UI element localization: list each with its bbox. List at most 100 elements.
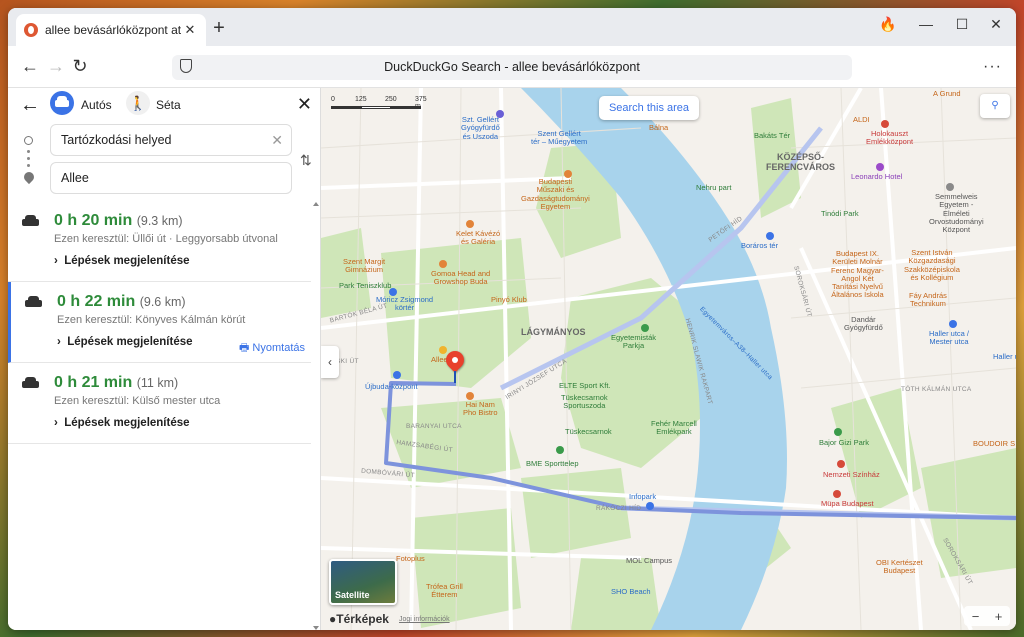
park-icon[interactable] <box>834 428 842 436</box>
origin-value: Tartózkodási helyed <box>61 133 172 147</box>
poi-label: Infopark <box>629 492 657 501</box>
search-this-area-button[interactable]: Search this area <box>599 96 699 120</box>
directions-panel: ← Autós 🚶 Séta ✕ Tartózkodási helyed ✕ A… <box>8 88 321 630</box>
clear-origin-icon[interactable]: ✕ <box>271 125 283 155</box>
close-window-button[interactable]: ✕ <box>982 16 1010 33</box>
poi-label: Bakáts Tér <box>754 131 791 140</box>
poi-label: Trófea Grill Étterem <box>426 582 463 600</box>
sport-icon[interactable] <box>556 446 564 454</box>
poi-label: Szt. Gellért Gyógyfürdő és Uszoda <box>461 115 500 141</box>
poi-label: Tinódi Park <box>821 209 859 218</box>
legal-link[interactable]: Jogi információk <box>399 616 450 623</box>
poi-label: Bajor Gizi Park <box>819 438 870 447</box>
print-label: Nyomtatás <box>252 342 305 354</box>
mode-walking-label[interactable]: Séta <box>156 98 181 112</box>
poi-label: ELTE Sport Kft. <box>559 381 611 390</box>
route-via: Ezen keresztül: Könyves Kálmán körút <box>57 314 246 326</box>
scale-segment <box>331 106 361 109</box>
satellite-toggle[interactable]: Satellite <box>329 559 397 605</box>
show-steps-button[interactable]: › Lépések megjelenítése <box>54 255 190 267</box>
collapse-panel-button[interactable]: ‹ <box>321 346 339 378</box>
zoom-in-button[interactable]: + <box>995 609 1003 624</box>
maximize-button[interactable]: ☐ <box>948 16 976 33</box>
printer-icon: 🖶 <box>238 342 250 354</box>
route-list: 0 h 20 min (9.3 km) Ezen keresztül: Üllő… <box>8 201 311 444</box>
museum-icon[interactable] <box>881 120 889 128</box>
car-icon[interactable] <box>50 91 74 115</box>
transit-icon[interactable] <box>389 288 397 296</box>
university-icon[interactable] <box>564 170 572 178</box>
mode-driving-label[interactable]: Autós <box>81 98 112 112</box>
reload-button[interactable]: ↻ <box>70 57 90 77</box>
route-via: Ezen keresztül: Üllői út · Leggyorsabb ú… <box>54 233 278 245</box>
theater-icon[interactable] <box>837 460 845 468</box>
satellite-label: Satellite <box>335 590 370 600</box>
connector-dot <box>27 164 30 167</box>
poi-label: SHO Beach <box>611 587 651 596</box>
minimize-button[interactable]: — <box>912 16 940 32</box>
swap-locations-icon[interactable]: ⇅ <box>300 152 312 169</box>
zoom-out-button[interactable]: − <box>972 609 980 624</box>
directions-back-button[interactable]: ← <box>20 94 40 117</box>
transit-icon[interactable] <box>949 320 957 328</box>
privacy-shield-icon[interactable] <box>180 59 192 73</box>
poi-label: Budapest IX. Kerületi Molnár Ferenc Magy… <box>831 249 884 300</box>
fire-button[interactable]: 🔥 <box>874 16 902 33</box>
transit-icon[interactable] <box>393 371 401 379</box>
landmark-icon[interactable] <box>496 110 504 118</box>
building-icon[interactable] <box>946 183 954 191</box>
show-steps-button[interactable]: › Lépések megjelenítése <box>57 336 193 348</box>
duckduckgo-favicon-icon <box>24 23 38 37</box>
destination-value: Allee <box>61 171 89 185</box>
close-directions-icon[interactable]: ✕ <box>297 94 312 115</box>
zoom-controls: − + <box>964 606 1010 626</box>
route-time-value: 0 h 20 min <box>54 212 133 229</box>
destination-input[interactable]: Allee <box>50 162 292 194</box>
car-icon <box>22 215 39 227</box>
poi-label: Nehru part <box>696 183 732 192</box>
print-button[interactable]: 🖶 Nyomtatás <box>239 339 305 358</box>
panel-scrollbar[interactable] <box>312 201 320 630</box>
restaurant-icon[interactable] <box>466 392 474 400</box>
map-canvas[interactable] <box>321 88 1016 630</box>
street-label: BARANYAI UTCA <box>406 423 462 430</box>
connector-dot <box>27 157 30 160</box>
theater-icon[interactable] <box>833 490 841 498</box>
back-button[interactable]: ← <box>20 57 40 77</box>
route-distance: (11 km) <box>136 376 179 390</box>
browser-menu-button[interactable]: ··· <box>983 58 1002 76</box>
route-option-2[interactable]: 0 h 22 min (9.6 km) Ezen keresztül: Köny… <box>8 282 311 363</box>
route-via: Ezen keresztül: Külső mester utca <box>54 395 221 407</box>
connector-dot <box>27 150 30 153</box>
route-time: 0 h 22 min (9.6 km) <box>57 293 186 311</box>
shop-icon[interactable] <box>439 260 447 268</box>
map-view[interactable]: 0 125 250 375 m LÁGYMÁNYOS KÖZÉPSŐ- FERE… <box>321 88 1016 630</box>
route-option-3[interactable]: 0 h 21 min (11 km) Ezen keresztül: Külső… <box>8 363 311 444</box>
poi-label: Fotoplus <box>396 554 425 563</box>
forward-button[interactable]: → <box>46 57 66 77</box>
walk-icon[interactable]: 🚶 <box>126 91 150 115</box>
transit-icon[interactable] <box>646 502 654 510</box>
show-steps-button[interactable]: › Lépések megjelenítése <box>54 417 190 429</box>
tab-title: allee bevásárlóközpont at DuckD <box>45 23 182 37</box>
location-icon[interactable]: ⚲ <box>980 94 1010 118</box>
route-option-1[interactable]: 0 h 20 min (9.3 km) Ezen keresztül: Üllő… <box>8 201 311 282</box>
park-icon[interactable] <box>641 324 649 332</box>
origin-input[interactable]: Tartózkodási helyed ✕ <box>50 124 292 156</box>
new-tab-button[interactable]: + <box>208 18 230 40</box>
car-icon <box>22 377 39 389</box>
tab-close-icon[interactable]: ✕ <box>182 22 198 38</box>
tab-active[interactable]: allee bevásárlóközpont at DuckD ✕ <box>16 14 206 46</box>
cafe-icon[interactable] <box>466 220 474 228</box>
poi-label: Egyetemisták Parkja <box>611 333 657 351</box>
scale-tick: 0 <box>331 96 335 103</box>
hotel-icon[interactable] <box>876 163 884 171</box>
address-bar[interactable]: DuckDuckGo Search - allee bevásárlóközpo… <box>172 55 852 80</box>
chevron-right-icon: › <box>54 417 58 429</box>
shopping-icon[interactable] <box>439 346 447 354</box>
transit-icon[interactable] <box>766 232 774 240</box>
poi-label: Nemzeti Színház <box>823 470 880 479</box>
pin-stem <box>454 371 456 383</box>
maps-brand-label: Térképek <box>336 612 389 626</box>
poi-label: BOUDOIR S <box>973 439 1016 448</box>
